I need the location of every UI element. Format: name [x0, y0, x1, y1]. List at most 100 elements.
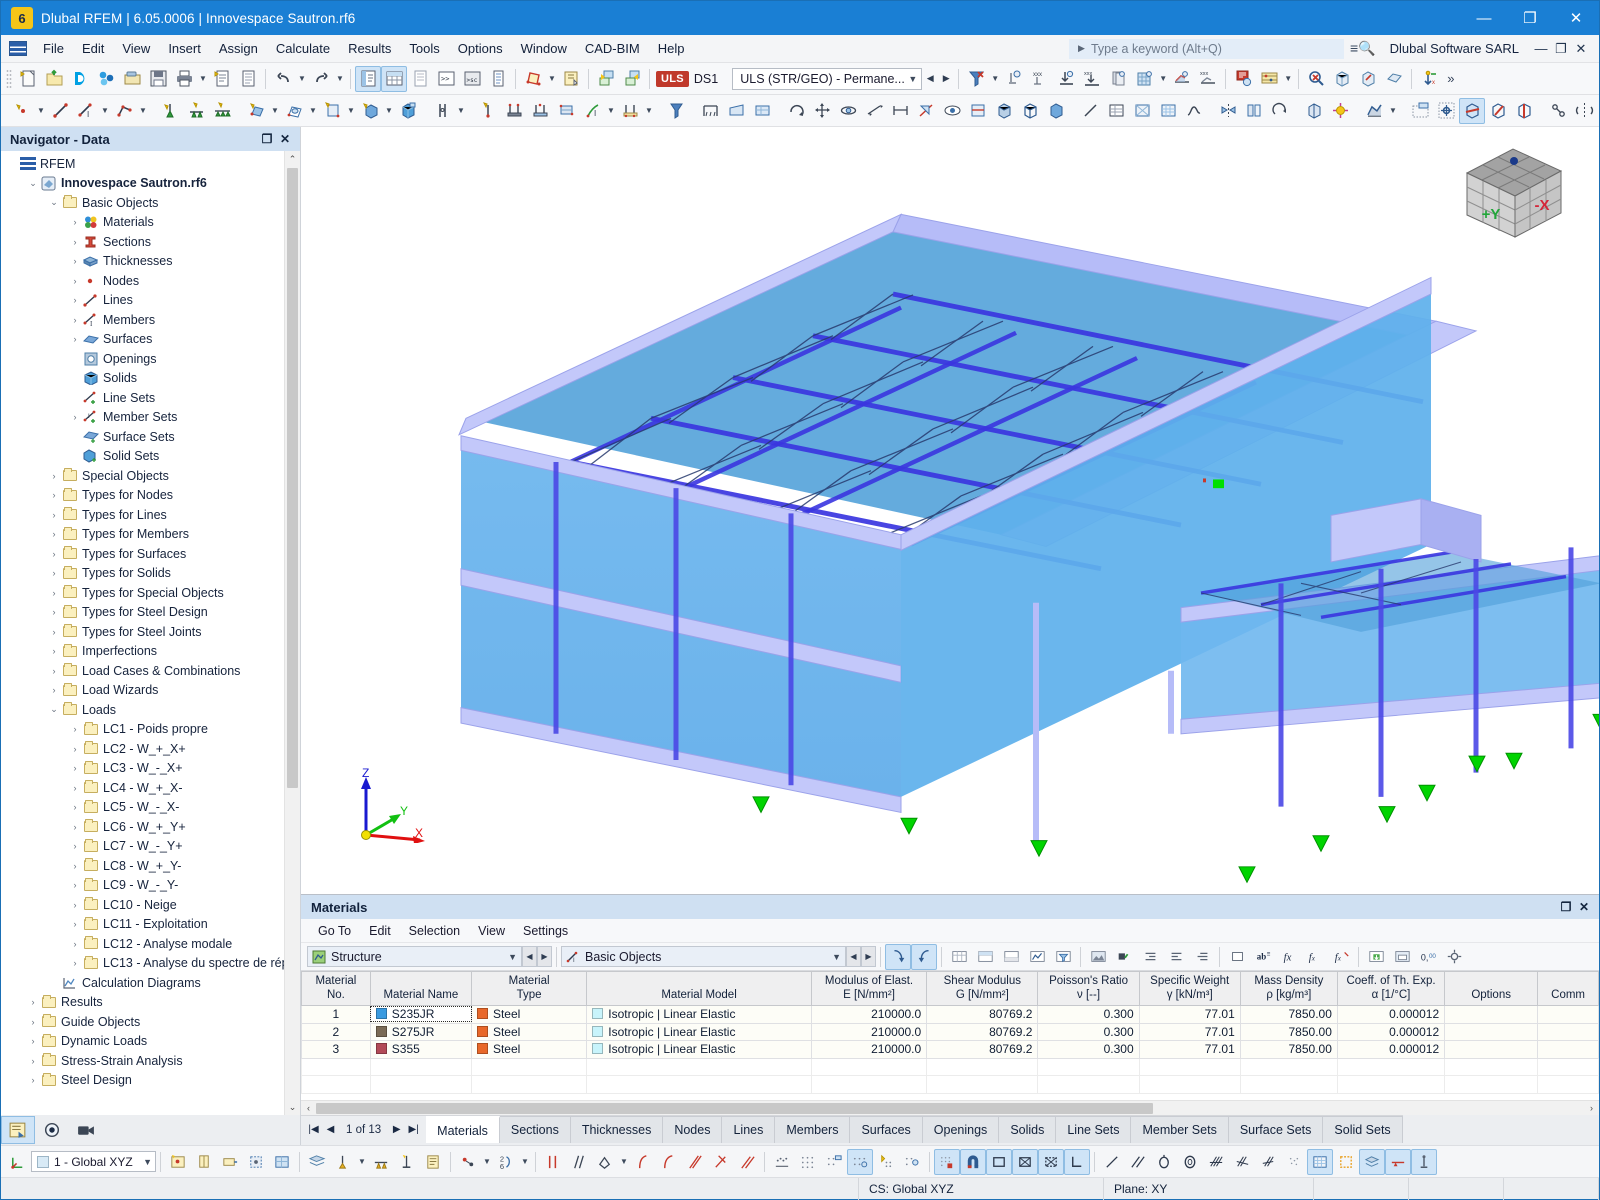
chevron-down-icon[interactable]: ⌄: [47, 704, 61, 715]
materials-menu-selection[interactable]: Selection: [400, 921, 469, 941]
materials-close-button[interactable]: ✕: [1575, 900, 1593, 914]
intersection-snap-icon[interactable]: [708, 1149, 734, 1175]
result-diagram-icon[interactable]: [1169, 66, 1195, 92]
tree-item[interactable]: › I Member Sets: [1, 408, 284, 428]
chevron-right-icon[interactable]: ›: [47, 646, 61, 656]
layers-display-icon[interactable]: [1359, 1148, 1385, 1175]
tree-item[interactable]: › Imperfections: [1, 642, 284, 662]
cell-modulus-elasticity[interactable]: 210000.0: [810, 1022, 928, 1041]
nodal-support-show-icon[interactable]: [1001, 66, 1027, 92]
tree-item[interactable]: › Guide Objects: [1, 1012, 284, 1032]
mesh-display-icon[interactable]: [1307, 1148, 1333, 1175]
workplane-grid-icon[interactable]: [795, 1149, 821, 1175]
table-check-icon[interactable]: [1111, 944, 1137, 970]
tab-lines[interactable]: Lines: [722, 1116, 776, 1143]
chevron-right-icon[interactable]: ›: [68, 958, 82, 968]
command-console-icon[interactable]: >>: [433, 66, 459, 92]
pager-next-button[interactable]: ▶: [388, 1124, 405, 1135]
scroll-up-button[interactable]: ⌃: [289, 151, 297, 167]
menu-insert[interactable]: Insert: [159, 37, 210, 60]
hinge-dropdown-icon[interactable]: ▼: [455, 98, 467, 124]
coordinate-system-icon[interactable]: [5, 1149, 31, 1175]
table-row[interactable]: 1 S235JR Steel Isotropic | Linear Elastic 21…: [301, 1005, 1599, 1024]
magnet-snap-icon[interactable]: [960, 1148, 986, 1175]
table-filter-icon[interactable]: [1050, 944, 1076, 970]
chevron-right-icon[interactable]: ›: [26, 1036, 40, 1046]
chevron-right-icon[interactable]: ›: [68, 919, 82, 929]
redo-icon[interactable]: [308, 66, 334, 92]
tree-item[interactable]: › Types for Nodes: [1, 486, 284, 506]
load-block-icon[interactable]: [749, 98, 775, 124]
tree-item[interactable]: Calculation Diagrams: [1, 973, 284, 993]
col-material-no[interactable]: Material No.: [301, 971, 371, 1006]
surface-support-icon[interactable]: [209, 98, 235, 124]
surfaceset-dropdown-icon[interactable]: ▼: [345, 98, 357, 124]
undo-dropdown-icon[interactable]: ▼: [296, 66, 308, 92]
tangent-snap-icon[interactable]: [656, 1149, 682, 1175]
select-in-model-icon[interactable]: [885, 943, 911, 970]
tree-item[interactable]: ⌄ Loads: [1, 700, 284, 720]
printout-report-icon[interactable]: [209, 66, 235, 92]
tab-nodes[interactable]: Nodes: [663, 1116, 723, 1143]
next-combination-button[interactable]: ▶: [938, 68, 954, 90]
hatch-tool-icon[interactable]: [1203, 1149, 1229, 1175]
cell-options[interactable]: [1444, 1022, 1539, 1041]
new-surface-set-icon[interactable]: [319, 98, 345, 124]
member-eccentricity-icon[interactable]: [553, 98, 579, 124]
mdi-close-button[interactable]: ✕: [1571, 41, 1591, 57]
result-values-icon[interactable]: xxx: [1195, 66, 1221, 92]
perpendicular-snap-icon[interactable]: [682, 1149, 708, 1175]
tree-item[interactable]: › LC12 - Analyse modale: [1, 934, 284, 954]
cell-comment[interactable]: [1537, 1005, 1599, 1024]
parallel-lines-icon[interactable]: [566, 1149, 592, 1175]
info-table-icon[interactable]: [485, 66, 511, 92]
line-support-icon[interactable]: [183, 98, 209, 124]
structure-next-button[interactable]: ▶: [537, 946, 552, 967]
cell-mass-density[interactable]: 7850.00: [1239, 1022, 1338, 1041]
tree-item[interactable]: › Stress-Strain Analysis: [1, 1051, 284, 1071]
cell-material-name[interactable]: S355: [369, 1040, 472, 1059]
maximize-button[interactable]: ❐: [1507, 1, 1553, 35]
cell-shear-modulus[interactable]: 80769.2: [926, 1040, 1039, 1059]
section-cut-icon[interactable]: [913, 98, 939, 124]
solid-volume-icon[interactable]: [395, 98, 421, 124]
tree-item[interactable]: RFEM: [1, 154, 284, 174]
tab-surfaces[interactable]: Surfaces: [850, 1116, 923, 1143]
materials-menu-edit[interactable]: Edit: [360, 921, 400, 941]
tree-item[interactable]: › Results: [1, 993, 284, 1013]
tab-solid-sets[interactable]: Solid Sets: [1323, 1116, 1403, 1143]
cell-specific-weight[interactable]: 77.01: [1138, 1005, 1241, 1024]
tree-item[interactable]: › LC13 - Analyse du spectre de rép: [1, 954, 284, 974]
menu-edit[interactable]: Edit: [73, 37, 113, 60]
chevron-right-icon[interactable]: ›: [47, 588, 61, 598]
formula-icon[interactable]: fx: [1276, 944, 1302, 970]
chevron-right-icon[interactable]: ›: [47, 685, 61, 695]
rib-dropdown-icon[interactable]: ▼: [605, 98, 617, 124]
calc-dropdown-icon[interactable]: ▼: [1282, 66, 1294, 92]
cell-modulus-elasticity[interactable]: 210000.0: [810, 1040, 928, 1059]
cell-specific-weight[interactable]: 77.01: [1138, 1040, 1241, 1059]
cell-modulus-elasticity[interactable]: 210000.0: [810, 1005, 928, 1024]
surface-dropdown-icon[interactable]: ▼: [269, 98, 281, 124]
chevron-right-icon[interactable]: ›: [26, 1017, 40, 1027]
member-dropdown-icon[interactable]: ▼: [99, 98, 111, 124]
member-support-icon[interactable]: [617, 98, 643, 124]
col-material-type[interactable]: Material Type: [470, 971, 588, 1006]
tree-item[interactable]: › LC4 - W_+_X-: [1, 778, 284, 798]
guide-object-snap-icon[interactable]: [873, 1149, 899, 1175]
hatch-dense-icon[interactable]: [1255, 1149, 1281, 1175]
cell-material-name[interactable]: S235JR: [369, 1005, 472, 1024]
materials-menu-goto[interactable]: Go To: [309, 921, 360, 941]
line-support-toggle-icon[interactable]: [368, 1149, 394, 1175]
tree-item[interactable]: › Types for Solids: [1, 564, 284, 584]
print-table-icon[interactable]: [1389, 944, 1415, 970]
select-dropdown-icon[interactable]: ▼: [546, 66, 558, 92]
chevron-right-icon[interactable]: ›: [47, 510, 61, 520]
calculate-icon[interactable]: [1230, 66, 1256, 92]
nodal-release-icon[interactable]: [475, 98, 501, 124]
new-line-icon[interactable]: [47, 98, 73, 124]
extension-snap-icon[interactable]: [734, 1149, 760, 1175]
tree-item[interactable]: › Dynamic Loads: [1, 1032, 284, 1052]
open-model-icon[interactable]: [41, 66, 67, 92]
arc-snap-icon[interactable]: [630, 1149, 656, 1175]
